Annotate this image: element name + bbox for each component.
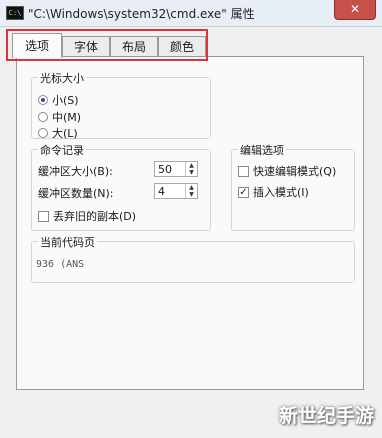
buffer-size-stepper[interactable]: 50 ▲ ▼ <box>154 161 198 177</box>
radio-medium[interactable] <box>38 112 48 122</box>
cursor-size-large[interactable]: 大(L) <box>38 125 78 141</box>
buffer-count-spin-buttons: ▲ ▼ <box>185 184 197 198</box>
codepage-value: 936 (ANS <box>36 259 85 270</box>
insert-mode-row[interactable]: ✓ 插入模式(I) <box>238 184 309 200</box>
cursor-size-title: 光标大小 <box>38 70 86 86</box>
cursor-size-small[interactable]: 小(S) <box>38 92 79 108</box>
quick-edit-row[interactable]: 快速编辑模式(Q) <box>238 163 336 179</box>
buffer-size-spin-buttons: ▲ ▼ <box>185 162 197 176</box>
radio-large[interactable] <box>38 128 48 138</box>
quick-edit-checkbox[interactable] <box>238 165 249 177</box>
spin-up-icon[interactable]: ▲ <box>186 162 197 169</box>
buffer-size-label: 缓冲区大小(B): <box>38 165 113 178</box>
buffer-count-stepper[interactable]: 4 ▲ ▼ <box>154 183 198 199</box>
title-bar: C:\ "C:\Windows\system32\cmd.exe" 属性 ✕ <box>0 0 382 27</box>
radio-small[interactable] <box>38 95 48 105</box>
spin-down-icon[interactable]: ▼ <box>186 191 197 198</box>
quick-edit-label: 快速编辑模式(Q) <box>253 165 337 178</box>
options-panel: 光标大小 小(S) 中(M) 大(L) 命令记录 缓冲区大小(B): 50 ▲ … <box>16 56 364 390</box>
buffer-count-value: 4 <box>158 185 165 198</box>
cmd-icon: C:\ <box>6 6 24 20</box>
discard-duplicates-checkbox[interactable] <box>38 210 49 222</box>
discard-duplicates-row[interactable]: 丢弃旧的副本(D) <box>38 208 136 224</box>
radio-medium-label: 中(M) <box>52 111 82 124</box>
cursor-size-group: 光标大小 小(S) 中(M) 大(L) <box>31 70 211 141</box>
insert-mode-checkbox[interactable]: ✓ <box>238 186 249 198</box>
close-button[interactable]: ✕ <box>334 0 376 20</box>
spin-down-icon[interactable]: ▼ <box>186 169 197 176</box>
tab-highlight-box <box>6 29 208 61</box>
edit-options-group: 编辑选项 快速编辑模式(Q) ✓ 插入模式(I) <box>231 142 355 231</box>
radio-large-label: 大(L) <box>52 127 78 140</box>
window-title: "C:\Windows\system32\cmd.exe" 属性 <box>28 7 255 21</box>
buffer-size-value: 50 <box>158 163 172 176</box>
discard-duplicates-label: 丢弃旧的副本(D) <box>53 210 137 223</box>
insert-mode-label: 插入模式(I) <box>253 186 309 199</box>
site-watermark: 新世纪手游 <box>278 405 374 427</box>
edit-options-title: 编辑选项 <box>238 142 286 158</box>
radio-small-label: 小(S) <box>52 94 79 107</box>
cursor-size-medium[interactable]: 中(M) <box>38 109 81 125</box>
buffer-count-label: 缓冲区数量(N): <box>38 187 114 200</box>
codepage-title: 当前代码页 <box>38 234 97 250</box>
spin-up-icon[interactable]: ▲ <box>186 184 197 191</box>
command-history-group: 命令记录 缓冲区大小(B): 50 ▲ ▼ 缓冲区数量(N): 4 ▲ ▼ 丢弃… <box>31 142 211 231</box>
command-history-title: 命令记录 <box>38 142 86 158</box>
